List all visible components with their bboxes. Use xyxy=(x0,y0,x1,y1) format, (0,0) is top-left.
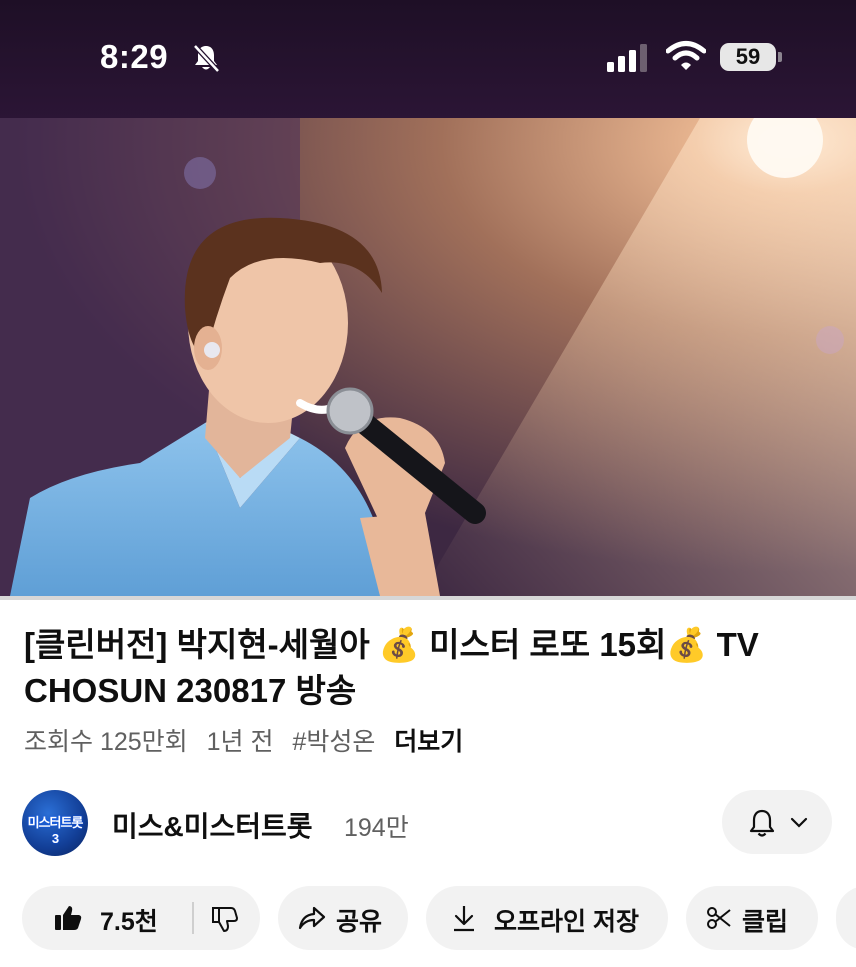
wifi-icon xyxy=(666,41,706,70)
thumbs-down-icon[interactable] xyxy=(210,906,238,932)
video-meta[interactable]: 조회수 125만회 1년 전 #박성온 더보기 xyxy=(24,722,475,758)
title-middle: 미스터 로또 xyxy=(420,626,600,663)
title-suffix-end: 방송 xyxy=(295,672,357,709)
like-dislike-group: 7.5천 xyxy=(22,886,260,950)
battery-cap xyxy=(778,52,782,62)
download-icon xyxy=(454,906,474,932)
scissors-icon xyxy=(707,907,731,929)
share-label: 공유 xyxy=(336,908,383,936)
bell-icon xyxy=(749,809,775,837)
status-bar: 8:29 59 xyxy=(0,0,856,118)
video-progress-bar[interactable] xyxy=(0,596,856,600)
hashtag-link[interactable]: #박성온 xyxy=(292,728,375,756)
share-button[interactable]: 공유 xyxy=(278,886,408,950)
subscriber-count: 194만 xyxy=(344,814,409,842)
more-button[interactable]: 더보기 xyxy=(394,728,463,756)
share-icon xyxy=(298,906,326,930)
video-title[interactable]: [클린버전] 박지현-세월아 💰 미스터 로또 15회💰 TV CHOSUN 2… xyxy=(24,622,824,714)
cellular-signal-icon xyxy=(607,44,647,72)
money-bag-icon: 💰 xyxy=(378,626,420,663)
video-player[interactable] xyxy=(0,118,856,596)
video-frame xyxy=(0,118,856,596)
notification-bell-button[interactable] xyxy=(722,790,832,854)
like-divider xyxy=(192,902,194,934)
title-prefix: [클린버전] 박지현-세월아 xyxy=(24,626,379,663)
channel-name[interactable]: 미스&미스터트롯 xyxy=(112,805,313,845)
money-bag-icon: 💰 xyxy=(666,626,708,663)
thumbs-up-icon[interactable] xyxy=(54,905,82,931)
avatar-logo-text: 미스터트롯3 xyxy=(27,815,84,846)
download-label: 오프라인 저장 xyxy=(494,908,639,936)
title-episode: 15회 xyxy=(599,626,667,663)
clip-button[interactable]: 클립 xyxy=(686,886,818,950)
like-count[interactable]: 7.5천 xyxy=(100,902,158,938)
view-count: 조회수 125만회 xyxy=(24,728,188,756)
battery-icon: 59 xyxy=(720,43,776,71)
clip-label: 클립 xyxy=(742,908,789,936)
download-button[interactable]: 오프라인 저장 xyxy=(426,886,668,950)
upload-age: 1년 전 xyxy=(206,728,274,756)
status-time: 8:29 xyxy=(100,38,169,75)
channel-avatar[interactable]: 미스터트롯3 xyxy=(22,790,88,856)
bell-off-icon xyxy=(193,44,220,73)
more-actions-button[interactable] xyxy=(836,886,856,950)
chevron-down-icon xyxy=(790,817,808,828)
